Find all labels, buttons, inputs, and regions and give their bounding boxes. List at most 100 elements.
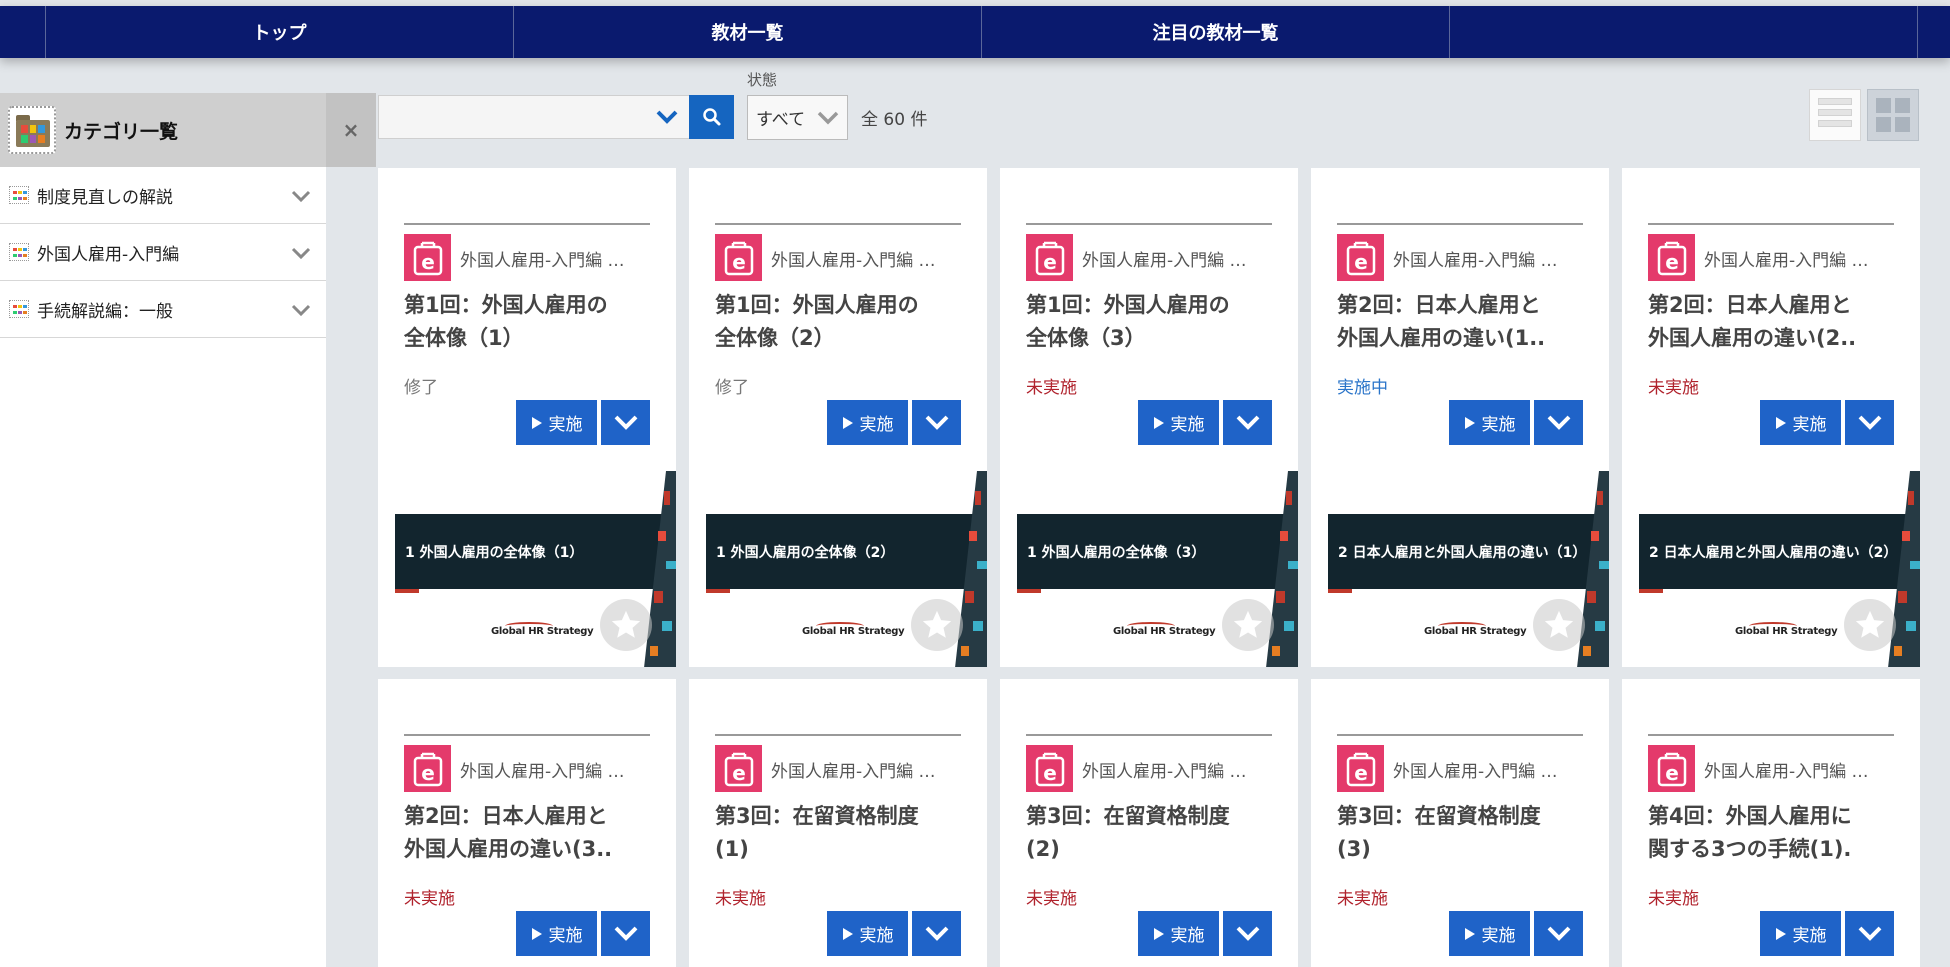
nav-materials-list[interactable]: 教材一覧 — [514, 6, 982, 58]
sidebar-item-system-review[interactable]: 制度見直しの解説 — [0, 167, 326, 224]
result-count: 全 60 件 — [861, 110, 928, 130]
favorite-star-icon[interactable] — [1533, 599, 1585, 651]
e-learning-icon: e — [1648, 745, 1695, 792]
material-card[interactable]: e 外国人雇用-入門編 … 第1回：外国人雇用の 全体像（2） 修了 実施 1 … — [689, 168, 987, 667]
start-button[interactable]: 実施 — [516, 911, 597, 956]
thumbnail-title: 1 外国人雇用の全体像（3） — [1017, 514, 1298, 589]
more-options-button[interactable] — [1223, 400, 1272, 445]
sidebar-header: カテゴリ一覧 × — [0, 93, 376, 167]
start-button[interactable]: 実施 — [516, 400, 597, 445]
more-options-button[interactable] — [1845, 400, 1894, 445]
card-title[interactable]: 第2回：日本人雇用と 外国人雇用の違い(2.. — [1648, 289, 1900, 355]
top-navigation: トップ 教材一覧 注目の教材一覧 — [0, 6, 1950, 58]
chevron-down-icon[interactable] — [290, 299, 312, 321]
material-thumbnail[interactable]: 2 日本人雇用と外国人雇用の違い（2） Global HR Strategy — [1639, 471, 1920, 667]
favorite-star-icon[interactable] — [911, 599, 963, 651]
card-title[interactable]: 第3回：在留資格制度 (1) — [715, 800, 967, 866]
list-view-toggle[interactable] — [1809, 89, 1861, 141]
svg-text:e: e — [1043, 250, 1057, 274]
card-divider — [1337, 223, 1583, 225]
status-badge: 未実施 — [1026, 889, 1077, 909]
more-options-button[interactable] — [912, 911, 961, 956]
chevron-down-icon — [1547, 415, 1570, 430]
svg-text:e: e — [732, 250, 746, 274]
e-learning-icon: e — [404, 234, 451, 281]
sidebar-item-procedures-general[interactable]: 手続解説編：一般 — [0, 281, 326, 338]
nav-top[interactable]: トップ — [46, 6, 514, 58]
card-title[interactable]: 第2回：日本人雇用と 外国人雇用の違い(3.. — [404, 800, 656, 866]
start-button[interactable]: 実施 — [1138, 400, 1219, 445]
more-options-button[interactable] — [601, 400, 650, 445]
search-dropdown-button[interactable] — [645, 95, 689, 139]
material-card[interactable]: e 外国人雇用-入門編 … 第1回：外国人雇用の 全体像（3） 未実施 実施 1… — [1000, 168, 1298, 667]
grid-view-toggle[interactable] — [1867, 89, 1919, 141]
favorite-star-icon[interactable] — [1844, 599, 1896, 651]
status-filter-select[interactable]: すべて — [747, 95, 848, 140]
card-title[interactable]: 第3回：在留資格制度 (3) — [1337, 800, 1589, 866]
material-card[interactable]: e 外国人雇用-入門編 … 第3回：在留資格制度 (3) 未実施 実施 — [1311, 679, 1609, 967]
material-card[interactable]: e 外国人雇用-入門編 … 第1回：外国人雇用の 全体像（1） 修了 実施 1 … — [378, 168, 676, 667]
material-thumbnail[interactable]: 1 外国人雇用の全体像（1） Global HR Strategy — [395, 471, 676, 667]
sidebar-item-label: 外国人雇用-入門編 — [37, 244, 180, 265]
material-card[interactable]: e 外国人雇用-入門編 … 第2回：日本人雇用と 外国人雇用の違い(3.. 未実… — [378, 679, 676, 967]
chevron-down-icon — [614, 415, 637, 430]
material-thumbnail[interactable]: 2 日本人雇用と外国人雇用の違い（1） Global HR Strategy — [1328, 471, 1609, 667]
card-title[interactable]: 第4回：外国人雇用に 関する3つの手続(1). — [1648, 800, 1900, 866]
search-input[interactable] — [378, 95, 645, 139]
chevron-down-icon[interactable] — [290, 242, 312, 264]
status-badge: 未実施 — [715, 889, 766, 909]
start-button-label: 実施 — [859, 415, 894, 435]
e-learning-icon: e — [1026, 745, 1073, 792]
start-button[interactable]: 実施 — [1138, 911, 1219, 956]
material-card[interactable]: e 外国人雇用-入門編 … 第2回：日本人雇用と 外国人雇用の違い(1.. 実施… — [1311, 168, 1609, 667]
start-button[interactable]: 実施 — [827, 400, 908, 445]
card-title[interactable]: 第2回：日本人雇用と 外国人雇用の違い(1.. — [1337, 289, 1589, 355]
svg-text:e: e — [1665, 761, 1679, 785]
favorite-star-icon[interactable] — [1222, 599, 1274, 651]
card-title[interactable]: 第1回：外国人雇用の 全体像（1） — [404, 289, 656, 355]
start-button-label: 実施 — [548, 926, 583, 946]
start-button[interactable]: 実施 — [827, 911, 908, 956]
sidebar-close-button[interactable]: × — [326, 93, 376, 167]
more-options-button[interactable] — [1223, 911, 1272, 956]
global-hr-strategy-logo: Global HR Strategy — [1113, 622, 1216, 637]
sidebar-item-foreign-employment-intro[interactable]: 外国人雇用-入門編 — [0, 224, 326, 281]
chevron-down-icon[interactable] — [290, 185, 312, 207]
card-title[interactable]: 第1回：外国人雇用の 全体像（3） — [1026, 289, 1278, 355]
start-button[interactable]: 実施 — [1760, 911, 1841, 956]
material-card[interactable]: e 外国人雇用-入門編 … 第4回：外国人雇用に 関する3つの手続(1). 未実… — [1622, 679, 1920, 967]
start-button[interactable]: 実施 — [1449, 400, 1530, 445]
more-options-button[interactable] — [1534, 911, 1583, 956]
start-button-label: 実施 — [859, 926, 894, 946]
card-category: 外国人雇用-入門編 … — [1393, 251, 1558, 271]
material-thumbnail[interactable]: 1 外国人雇用の全体像（3） Global HR Strategy — [1017, 471, 1298, 667]
material-thumbnail[interactable]: 1 外国人雇用の全体像（2） Global HR Strategy — [706, 471, 987, 667]
search-button[interactable] — [689, 95, 734, 139]
nav-empty[interactable] — [1450, 6, 1918, 58]
material-card[interactable]: e 外国人雇用-入門編 … 第3回：在留資格制度 (2) 未実施 実施 — [1000, 679, 1298, 967]
thumbnail-title: 1 外国人雇用の全体像（1） — [395, 514, 676, 589]
material-card[interactable]: e 外国人雇用-入門編 … 第3回：在留資格制度 (1) 未実施 実施 — [689, 679, 987, 967]
chevron-down-icon — [1858, 415, 1881, 430]
e-learning-icon: e — [404, 745, 451, 792]
favorite-star-icon[interactable] — [600, 599, 652, 651]
svg-text:e: e — [1354, 761, 1368, 785]
card-title[interactable]: 第3回：在留資格制度 (2) — [1026, 800, 1278, 866]
thumbnail-decoration — [644, 471, 676, 667]
chevron-down-icon — [817, 111, 839, 125]
svg-text:e: e — [1665, 250, 1679, 274]
play-icon — [842, 927, 853, 940]
card-divider — [715, 223, 961, 225]
nav-featured-materials[interactable]: 注目の教材一覧 — [982, 6, 1450, 58]
more-options-button[interactable] — [1845, 911, 1894, 956]
more-options-button[interactable] — [1534, 400, 1583, 445]
material-card[interactable]: e 外国人雇用-入門編 … 第2回：日本人雇用と 外国人雇用の違い(2.. 未実… — [1622, 168, 1920, 667]
start-button[interactable]: 実施 — [1760, 400, 1841, 445]
start-button[interactable]: 実施 — [1449, 911, 1530, 956]
more-options-button[interactable] — [912, 400, 961, 445]
play-icon — [531, 416, 542, 429]
card-title[interactable]: 第1回：外国人雇用の 全体像（2） — [715, 289, 967, 355]
card-divider — [404, 223, 650, 225]
chevron-down-icon — [1236, 926, 1259, 941]
more-options-button[interactable] — [601, 911, 650, 956]
